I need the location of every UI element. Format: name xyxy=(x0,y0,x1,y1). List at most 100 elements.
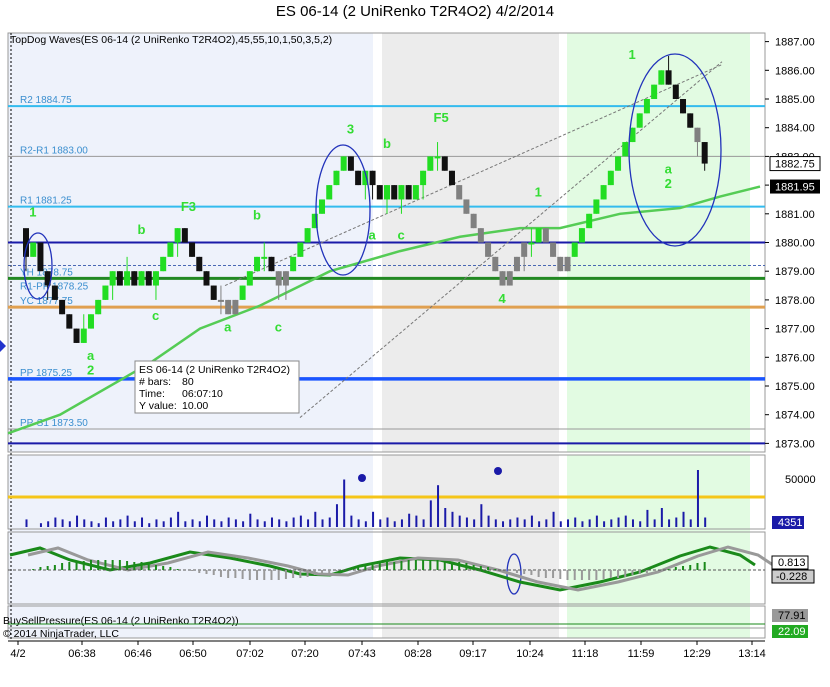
candle-body xyxy=(181,228,188,243)
y-tick-label: 1887.00 xyxy=(775,37,815,49)
candle-body xyxy=(694,127,701,143)
candle-body xyxy=(427,156,434,171)
candle-body xyxy=(665,70,672,85)
y-tick-label: 1885.00 xyxy=(775,94,815,106)
data-tooltip: ES 06-14 (2 UniRenko T2R4O2)# bars: 80 Tim… xyxy=(134,360,300,414)
volume-dot xyxy=(358,474,366,482)
wave-label: 3 xyxy=(347,121,354,136)
candle-body xyxy=(102,285,109,300)
y-tick-label: 1884.00 xyxy=(775,123,815,135)
candle-body xyxy=(210,285,217,300)
current-price-label: 1882.75 xyxy=(775,159,815,171)
candle-body xyxy=(217,299,224,302)
wave-label: 1 xyxy=(628,47,635,62)
chart-canvas[interactable]: 1887.001886.001885.001884.001883.001882.… xyxy=(0,0,830,687)
candle-body xyxy=(203,271,210,286)
candle-body xyxy=(391,185,398,200)
candle-body xyxy=(492,256,499,272)
candle-body xyxy=(463,199,470,214)
candle-body xyxy=(319,199,326,214)
candle-body xyxy=(586,213,593,229)
candle-body xyxy=(550,242,557,257)
candle-body xyxy=(167,242,174,257)
x-tick-label: 08:28 xyxy=(404,648,432,660)
candle-body xyxy=(672,84,679,100)
candle-body xyxy=(600,185,607,200)
pivot-label: PP-S1 1873.50 xyxy=(20,418,88,429)
y-tick-label: 1886.00 xyxy=(775,65,815,77)
tooltip-name: ES 06-14 (2 UniRenko T2R4O2) xyxy=(139,364,290,376)
candle-body xyxy=(124,271,131,286)
candle-body xyxy=(651,84,658,100)
candle-body xyxy=(593,199,600,214)
wave-label: 2 xyxy=(87,363,94,378)
candle-body xyxy=(456,185,463,200)
candle-body xyxy=(448,170,455,186)
pivot-label: R2-R1 1883.00 xyxy=(20,145,88,156)
wave-label: 1 xyxy=(29,205,36,220)
candle-body xyxy=(138,271,145,286)
wave-label: b xyxy=(383,136,391,151)
candle-body xyxy=(658,70,665,85)
candle-body xyxy=(557,256,564,272)
wave-label: c xyxy=(275,319,282,334)
candle-body xyxy=(232,299,239,315)
candle-body xyxy=(275,271,282,286)
osc-badge-2-label: -0.228 xyxy=(776,571,807,583)
tooltip-y-label: Y value: xyxy=(139,400,177,412)
x-tick-label: 07:02 xyxy=(236,648,264,660)
candle-body xyxy=(282,271,289,286)
candle-body xyxy=(542,228,549,243)
candle-body xyxy=(607,170,614,186)
candle-body xyxy=(246,271,253,286)
y-tick-label: 1881.00 xyxy=(775,209,815,221)
wave-label: 4 xyxy=(499,291,507,306)
candle-body xyxy=(80,328,87,343)
x-tick-label: 07:20 xyxy=(291,648,319,660)
y-tick-label: 1875.00 xyxy=(775,381,815,393)
pivot-label: R1 1881.25 xyxy=(20,196,72,207)
x-tick-label: 10:24 xyxy=(516,648,544,660)
volume-tick-label: 50000 xyxy=(785,474,816,486)
pivot-label: PP 1875.25 xyxy=(20,368,73,379)
candle-body xyxy=(506,271,513,286)
y-tick-label: 1878.00 xyxy=(775,295,815,307)
wave-label: F3 xyxy=(181,199,196,214)
candle-body xyxy=(398,185,405,200)
candle-body xyxy=(535,228,542,243)
candle-body xyxy=(59,299,66,315)
candle-body xyxy=(347,156,354,171)
candle-body xyxy=(528,242,535,245)
candle-body xyxy=(290,256,297,272)
candle-body xyxy=(405,185,412,200)
candle-body xyxy=(189,242,196,257)
candle-body xyxy=(420,170,427,186)
candle-body xyxy=(297,242,304,257)
wave-label: b xyxy=(138,222,146,237)
pivot-label: YC 1877.75 xyxy=(20,296,73,307)
copyright-label: © 2014 NinjaTrader, LLC xyxy=(3,628,119,640)
candle-body xyxy=(116,271,123,286)
x-tick-label: 07:43 xyxy=(348,648,376,660)
tooltip-bars-value: 80 xyxy=(182,376,194,388)
y-tick-label: 1876.00 xyxy=(775,352,815,364)
candle-body xyxy=(261,256,268,259)
candle-body xyxy=(109,271,116,286)
candle-body xyxy=(564,256,571,272)
candle-body xyxy=(571,242,578,257)
candle-body xyxy=(687,113,694,128)
tooltip-bars-label: # bars: xyxy=(139,376,171,388)
candle-body xyxy=(701,142,708,164)
candle-body xyxy=(384,185,390,200)
y-tick-label: 1877.00 xyxy=(775,324,815,336)
wave-label: 2 xyxy=(665,176,672,191)
candle-body xyxy=(333,170,340,186)
wave-label: a xyxy=(665,162,673,177)
candle-body xyxy=(369,170,376,186)
y-tick-label: 1880.00 xyxy=(775,238,815,250)
x-tick-label: 11:59 xyxy=(628,648,655,660)
volume-dot xyxy=(494,467,502,475)
candle-body xyxy=(485,242,492,257)
x-tick-label: 4/2 xyxy=(10,648,25,660)
wave-label: a xyxy=(224,319,232,334)
